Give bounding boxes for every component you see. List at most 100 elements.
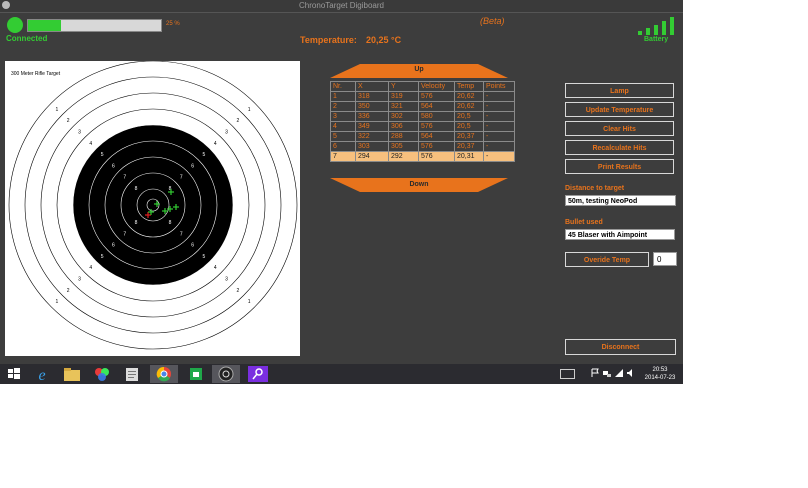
media-center-icon[interactable] <box>88 365 116 383</box>
table-row[interactable]: 4 349 306 576 20,5- <box>330 121 515 132</box>
table-cell: 4 <box>330 121 356 132</box>
clear-hits-button[interactable]: Clear Hits <box>565 121 674 136</box>
table-row[interactable]: 3 336 302 580 20,5- <box>330 111 515 122</box>
hits-table[interactable]: Nr. X Y Velocity Temp Points 1 318 319 576 20,62-… <box>330 81 515 162</box>
table-row[interactable]: 2 350 321 564 20,62- <box>330 101 515 112</box>
table-row[interactable]: 7 294 292 576 20,31- <box>330 151 515 162</box>
ring-number: 7 <box>180 231 183 237</box>
column-header[interactable]: X <box>355 81 389 92</box>
table-cell: 6 <box>330 141 356 152</box>
column-header[interactable]: Nr. <box>330 81 356 92</box>
ring-number: 7 <box>180 175 183 181</box>
scroll-down-button[interactable]: Down <box>330 178 508 192</box>
table-cell: - <box>483 91 515 102</box>
network-icon[interactable] <box>602 368 612 378</box>
table-cell: 564 <box>418 131 455 142</box>
scroll-up-button[interactable]: Up <box>330 64 508 78</box>
table-cell: 319 <box>388 91 419 102</box>
tray-clock[interactable]: 20:53 2014-07-23 <box>638 366 682 382</box>
chronotarget-app-icon[interactable] <box>212 365 240 383</box>
table-cell: 20,5 <box>454 111 484 122</box>
ring-number: 3 <box>225 129 228 135</box>
table-cell: 576 <box>418 121 455 132</box>
app-window: ChronoTarget Digiboard Connected 25 % (B… <box>0 0 683 364</box>
svg-text:e: e <box>38 367 45 383</box>
battery-icon <box>637 15 677 35</box>
ring-number: 1 <box>248 299 251 305</box>
distance-input[interactable]: 50m, testing NeoPod <box>565 195 676 206</box>
title-bar: ChronoTarget Digiboard <box>0 0 683 13</box>
temperature-value: 20,25 °C <box>366 35 402 45</box>
ring-number: 3 <box>225 277 228 283</box>
target-panel[interactable]: 300 Meter Rifle Target 11112222333344445… <box>5 61 300 356</box>
table-cell: - <box>483 141 515 152</box>
column-header[interactable]: Temp <box>454 81 484 92</box>
flag-icon[interactable] <box>590 368 600 378</box>
bullet-input[interactable]: 45 Blaser with Aimpoint <box>565 229 675 240</box>
ring-number: 1 <box>248 107 251 113</box>
ring-number: 5 <box>101 152 104 158</box>
ring-number: 3 <box>78 277 81 283</box>
ring-number: 4 <box>89 265 92 271</box>
beta-label: (Beta) <box>480 16 505 26</box>
ring-number: 6 <box>191 243 194 249</box>
taskbar: e 20:53 2014-07-23 <box>0 364 683 384</box>
ring-number: 2 <box>67 118 70 124</box>
ring-number: 1 <box>55 107 58 113</box>
table-cell: 3 <box>330 111 356 122</box>
keyboard-icon[interactable] <box>560 369 575 379</box>
table-cell: 1 <box>330 91 356 102</box>
target-image[interactable]: 1 1112 2223 3334 4445 5556 6667 7778 888 <box>5 61 300 356</box>
override-temp-button[interactable]: Overide Temp <box>565 252 649 267</box>
ring-number: 1 <box>55 299 58 305</box>
table-cell: 305 <box>388 141 419 152</box>
search-app-icon[interactable] <box>244 365 272 383</box>
internet-explorer-icon[interactable]: e <box>28 365 56 384</box>
table-row[interactable]: 6 303 305 576 20,37- <box>330 141 515 152</box>
signal-icon[interactable] <box>614 368 624 378</box>
table-cell: 294 <box>355 151 389 162</box>
table-cell: 336 <box>355 111 389 122</box>
table-cell: 303 <box>355 141 389 152</box>
connection-status: Connected <box>6 34 48 43</box>
chrome-icon[interactable] <box>150 365 178 383</box>
disconnect-button[interactable]: Disconnect <box>565 339 676 355</box>
file-explorer-icon[interactable] <box>58 365 86 383</box>
progress-fill <box>28 20 62 31</box>
column-header[interactable]: Velocity <box>418 81 455 92</box>
table-cell: 576 <box>418 141 455 152</box>
store-icon[interactable] <box>182 365 210 383</box>
volume-icon[interactable] <box>626 368 636 378</box>
ring-number: 4 <box>89 141 92 147</box>
table-cell: 2 <box>330 101 356 112</box>
print-results-button[interactable]: Print Results <box>565 159 674 174</box>
table-cell: 322 <box>355 131 389 142</box>
table-row[interactable]: 5 322 288 564 20,37- <box>330 131 515 142</box>
table-row[interactable]: 1 318 319 576 20,62- <box>330 91 515 102</box>
ring-number: 5 <box>101 254 104 260</box>
ring-number: 6 <box>112 243 115 249</box>
ring-number: 6 <box>112 163 115 169</box>
ring-number: 2 <box>236 288 239 294</box>
notepad-icon[interactable] <box>118 365 146 383</box>
update-temperature-button[interactable]: Update Temperature <box>565 102 674 117</box>
lamp-button[interactable]: Lamp <box>565 83 674 98</box>
scroll-up-label: Up <box>414 66 424 73</box>
column-header[interactable]: Y <box>388 81 419 92</box>
table-cell: 576 <box>418 91 455 102</box>
table-cell: 576 <box>418 151 455 162</box>
override-temp-input[interactable]: 0 <box>653 252 677 266</box>
table-cell: 318 <box>355 91 389 102</box>
table-cell: 302 <box>388 111 419 122</box>
table-cell: 306 <box>388 121 419 132</box>
table-cell: 7 <box>330 151 356 162</box>
ring-number: 7 <box>123 231 126 237</box>
progress-text: 25 % <box>166 21 180 27</box>
windows-start-icon[interactable] <box>0 365 28 383</box>
column-header[interactable]: Points <box>483 81 515 92</box>
table-cell: 349 <box>355 121 389 132</box>
recalculate-hits-button[interactable]: Recalculate Hits <box>565 140 674 155</box>
table-cell: - <box>483 151 515 162</box>
ring-number: 8 <box>135 186 138 192</box>
table-cell: - <box>483 131 515 142</box>
